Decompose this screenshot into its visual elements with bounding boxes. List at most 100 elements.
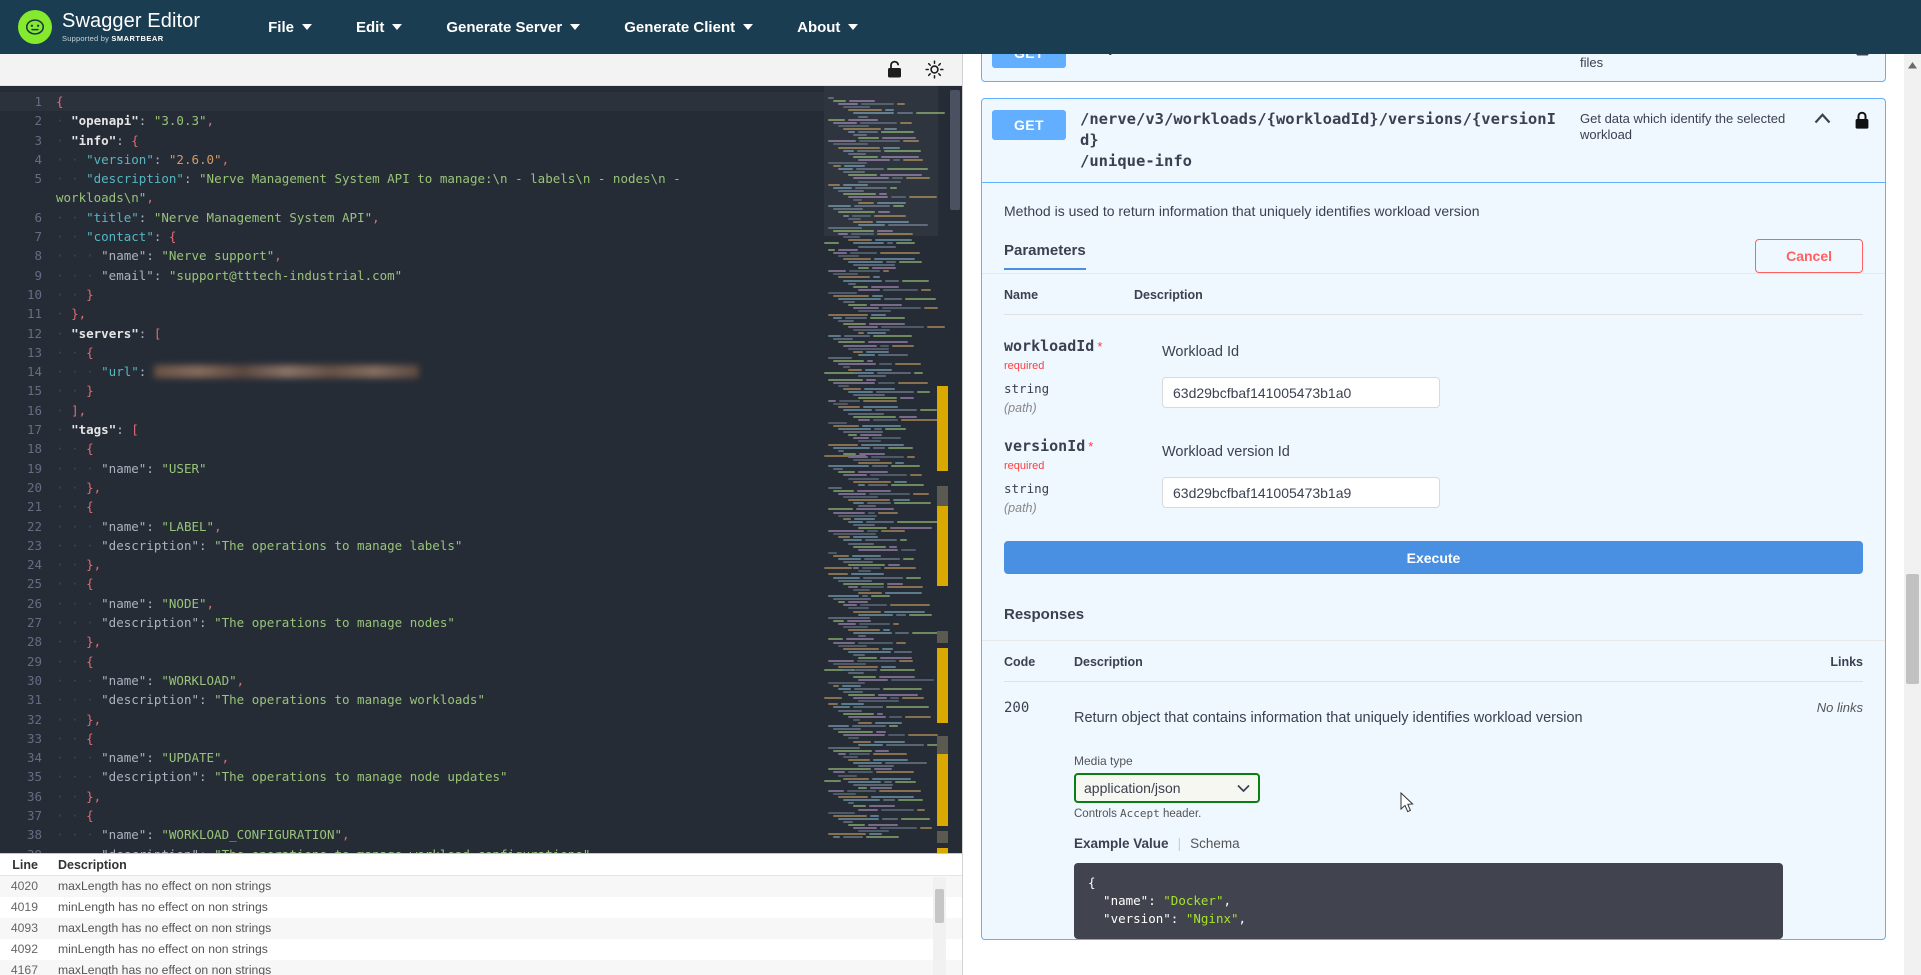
editor-minimap[interactable] [824,86,948,853]
code-line[interactable]: 28· · }, [0,632,824,651]
menu-item-generate-server[interactable]: Generate Server [424,11,602,44]
workloadid-input[interactable] [1162,377,1440,408]
code-line[interactable]: 30· · · "name": "WORKLOAD", [0,671,824,690]
scroll-up-arrow-icon[interactable] [1907,58,1918,69]
problems-header: Line Description [0,854,962,876]
code-line[interactable]: 1{ [0,92,824,111]
code-lines[interactable]: 1{2· "openapi": "3.0.3",3· "info": {4· ·… [0,86,824,853]
code-line[interactable]: 11· }, [0,304,824,323]
tab-schema[interactable]: Schema [1190,836,1240,851]
problems-list[interactable]: 4020maxLength has no effect on non strin… [0,876,962,975]
problem-row[interactable]: 4019minLength has no effect on non strin… [0,897,962,918]
sun-icon[interactable] [925,60,944,79]
code-line[interactable]: 5· · "description": "Nerve Management Sy… [0,169,824,188]
parameter-description: Workload version Id [1162,444,1863,460]
operation-path: /nerve/v3/workloads/{workloadId}/version… [1080,109,1566,172]
line-number: 25 [0,574,56,593]
code-line[interactable]: 17· "tags": [ [0,420,824,439]
code-line[interactable]: 26· · · "name": "NODE", [0,594,824,613]
parameter-type: string [1004,481,1134,496]
code-line[interactable]: 7· · "contact": { [0,227,824,246]
code-line[interactable]: 36· · }, [0,787,824,806]
code-line[interactable]: 21· · { [0,497,824,516]
line-number: 32 [0,710,56,729]
code-line[interactable]: 10· · } [0,285,824,304]
response-row-200: 200 Return object that contains informat… [1004,682,1863,939]
menu-item-about[interactable]: About [775,11,880,44]
code-line[interactable]: 13· · { [0,343,824,362]
problem-row[interactable]: 4093maxLength has no effect on non strin… [0,918,962,939]
code-line[interactable]: 39· · · "description": "The operations t… [0,845,824,853]
lock-icon[interactable] [1849,109,1875,130]
operation-header[interactable]: GET /nerve/v3/workloads/{workloadId}/ver… [982,99,1885,182]
menu-item-edit[interactable]: Edit [334,11,424,44]
line-number: 37 [0,806,56,825]
code-line[interactable]: 29· · { [0,652,824,671]
http-verb-badge: GET [992,110,1066,140]
code-line[interactable]: 25· · { [0,574,824,593]
brand-subtitle: Supported by SMARTBEAR [62,35,200,43]
code-line[interactable]: 24· · }, [0,555,824,574]
swagger-scroll-area[interactable]: GET /export Export workload version data… [963,54,1904,975]
code-line[interactable]: 6· · "title": "Nerve Management System A… [0,208,824,227]
code-line[interactable]: 35· · · "description": "The operations t… [0,767,824,786]
lock-icon[interactable] [1849,54,1875,57]
code-line[interactable]: workloads\n", [0,188,824,207]
parameter-location: (path) [1004,401,1134,415]
code-text: · · · "name": "USER" [56,459,207,478]
problem-row[interactable]: 4092minLength has no effect on non strin… [0,939,962,960]
problem-row[interactable]: 4167maxLength has no effect on non strin… [0,960,962,975]
code-line[interactable]: 19· · · "name": "USER" [0,459,824,478]
problems-scrollbar[interactable] [933,877,946,975]
operation-block-export[interactable]: GET /export Export workload version data… [981,54,1886,82]
code-line[interactable]: 32· · }, [0,710,824,729]
menu-item-generate-client[interactable]: Generate Client [602,11,775,44]
line-number: 19 [0,459,56,478]
code-line[interactable]: 33· · { [0,729,824,748]
code-line[interactable]: 38· · · "name": "WORKLOAD_CONFIGURATION"… [0,825,824,844]
code-text: · ], [56,401,86,420]
versionid-input[interactable] [1162,477,1440,508]
code-line[interactable]: 34· · · "name": "UPDATE", [0,748,824,767]
swagger-scrollbar[interactable] [1904,54,1921,975]
problem-description: maxLength has no effect on non strings [48,921,271,935]
code-text: · · }, [56,632,101,651]
code-line[interactable]: 15· · } [0,381,824,400]
code-line[interactable]: 3· "info": { [0,131,824,150]
media-type-note: Controls Accept header. [1074,807,1783,820]
code-line[interactable]: 2· "openapi": "3.0.3", [0,111,824,130]
code-line[interactable]: 23· · · "description": "The operations t… [0,536,824,555]
code-line[interactable]: 31· · · "description": "The operations t… [0,690,824,709]
code-line[interactable]: 22· · · "name": "LABEL", [0,517,824,536]
example-value-code[interactable]: { "name": "Docker", "version": "Nginx", [1074,863,1783,939]
code-line[interactable]: 14· · · "url": [0,362,824,381]
code-line[interactable]: 18· · { [0,439,824,458]
code-line[interactable]: 37· · { [0,806,824,825]
problem-line: 4167 [0,963,48,975]
code-editor[interactable]: 1{2· "openapi": "3.0.3",3· "info": {4· ·… [0,86,962,853]
code-line[interactable]: 12· "servers": [ [0,324,824,343]
problem-row[interactable]: 4020maxLength has no effect on non strin… [0,876,962,897]
line-number: 35 [0,767,56,786]
unlock-icon[interactable] [886,60,903,79]
problems-col-description: Description [48,858,127,872]
editor-scrollbar[interactable] [948,86,962,853]
operation-path-line1: /nerve/v3/workloads/{workloadId}/version… [1080,110,1556,149]
code-line[interactable]: 8· · · "name": "Nerve support", [0,246,824,265]
redacted-url [154,365,419,378]
code-line[interactable]: 4· · "version": "2.6.0", [0,150,824,169]
media-type-select[interactable]: application/json [1074,773,1260,803]
swagger-ui-pane: GET /export Export workload version data… [963,54,1921,975]
col-description: Description [1134,288,1863,302]
code-text: · · }, [56,787,101,806]
code-line[interactable]: 9· · · "email": "support@tttech-industri… [0,266,824,285]
code-line[interactable]: 20· · }, [0,478,824,497]
menu-item-file[interactable]: File [246,11,334,44]
chevron-up-icon[interactable] [1809,109,1835,124]
tab-example-value[interactable]: Example Value [1074,836,1169,851]
problem-line: 4093 [0,921,48,935]
cancel-button[interactable]: Cancel [1755,239,1863,273]
execute-button[interactable]: Execute [1004,541,1863,574]
code-line[interactable]: 27· · · "description": "The operations t… [0,613,824,632]
code-line[interactable]: 16· ], [0,401,824,420]
